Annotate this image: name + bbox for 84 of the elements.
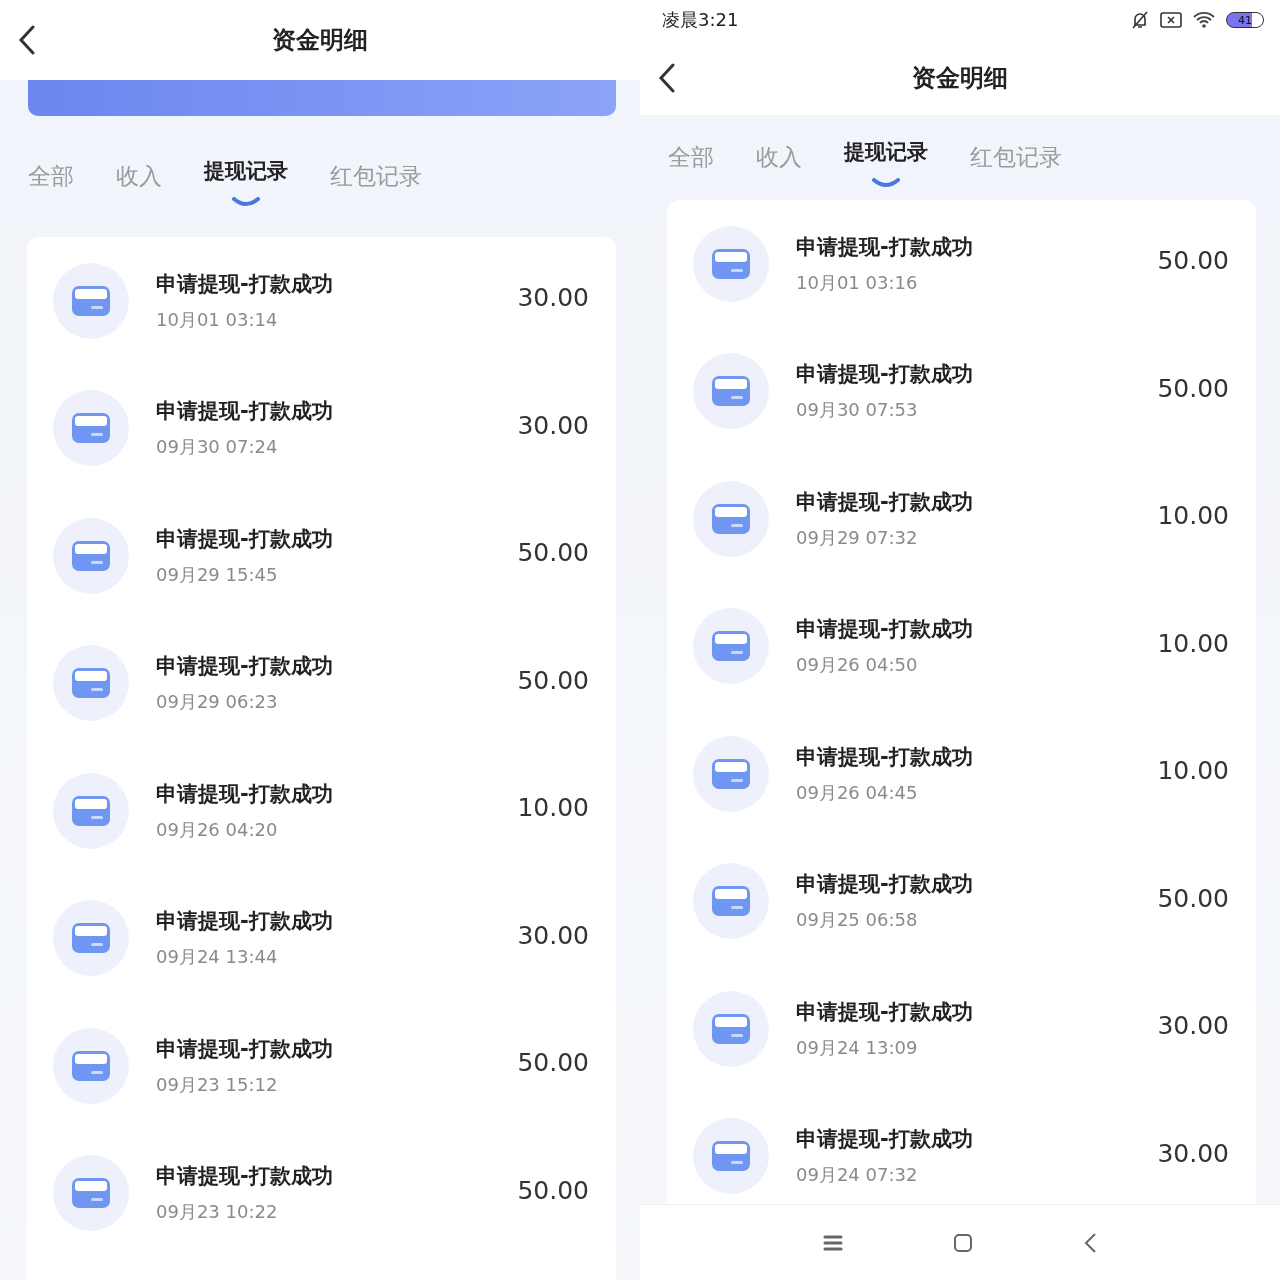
back-icon[interactable] [1083,1231,1097,1254]
record-title: 申请提现-打款成功 [796,871,974,899]
record-time: 10月01 03:14 [156,307,279,332]
record-time: 09月29 06:23 [156,690,279,715]
record-title: 申请提现-打款成功 [796,998,974,1026]
record-time: 09月23 10:22 [156,1200,279,1225]
tab[interactable]: 提现记录 [204,156,288,185]
record-amount: 10.00 [1157,628,1229,658]
record-amount: 30.00 [517,283,589,313]
record-title: 申请提现-打款成功 [796,233,974,261]
card-icon [693,863,769,940]
record-title: 申请提现-打款成功 [156,653,334,681]
record-time: 09月29 15:45 [156,562,279,587]
record-title: 申请提现-打款成功 [796,616,974,644]
tab-indicator [872,177,900,188]
tab[interactable]: 全部 [668,142,714,173]
tab[interactable]: 提现记录 [844,137,928,166]
record-title: 申请提现-打款成功 [796,361,974,389]
record-amount: 50.00 [517,1175,589,1205]
page-title: 资金明细 [912,62,1008,94]
record-amount: 30.00 [1157,1011,1229,1041]
record-amount: 50.00 [1157,373,1229,403]
record-amount: 50.00 [517,1048,589,1078]
status-time: 凌晨3:21 [662,8,739,32]
record-title: 申请提现-打款成功 [156,398,334,426]
tab[interactable]: 收入 [756,142,802,173]
card-icon [693,225,769,302]
record-title: 申请提现-打款成功 [796,743,974,771]
record-amount: 30.00 [517,410,589,440]
record-amount: 10.00 [517,793,589,823]
record-amount: 50.00 [1157,883,1229,913]
record-time: 09月26 04:50 [796,653,919,678]
record-title: 申请提现-打款成功 [156,908,334,936]
record-amount: 50.00 [517,538,589,568]
card-icon [53,390,129,467]
record-title: 申请提现-打款成功 [796,1126,974,1154]
card-icon [693,990,769,1067]
muted-bell-icon [1130,10,1150,30]
record-title: 申请提现-打款成功 [156,525,334,553]
record-time: 09月30 07:24 [156,435,279,460]
record-time: 09月24 13:44 [156,945,279,970]
record-title: 申请提现-打款成功 [156,1035,334,1063]
wifi-icon [1192,11,1216,29]
card-icon [53,645,129,722]
tab[interactable]: 红包记录 [970,142,1062,173]
card-icon [693,735,769,812]
record-amount: 50.00 [1157,246,1229,276]
record-time: 09月26 04:45 [796,780,919,805]
page-title: 资金明细 [272,25,368,56]
card-icon [693,480,769,557]
tab[interactable]: 全部 [28,161,74,192]
menu-icon[interactable] [823,1233,843,1252]
card-icon [693,1118,769,1195]
record-time: 10月01 03:16 [796,270,919,295]
home-icon[interactable] [953,1232,973,1253]
card-icon [53,1027,129,1104]
record-time: 09月23 15:12 [156,1072,279,1097]
record-amount: 10.00 [1157,756,1229,786]
sim-off-icon [1160,12,1182,28]
record-time: 09月30 07:53 [796,398,919,423]
card-icon [693,608,769,685]
tab[interactable]: 红包记录 [330,161,422,192]
record-time: 09月29 07:32 [796,525,919,550]
record-amount: 30.00 [1157,1138,1229,1168]
battery-indicator: 41 [1226,12,1264,28]
card-icon [53,1155,129,1232]
record-title: 申请提现-打款成功 [796,488,974,516]
card-icon [53,900,129,977]
record-title: 申请提现-打款成功 [156,270,334,298]
record-amount: 30.00 [517,920,589,950]
tab[interactable]: 收入 [116,161,162,192]
record-amount: 50.00 [517,665,589,695]
record-time: 09月26 04:20 [156,817,279,842]
record-time: 09月25 06:58 [796,908,919,933]
record-amount: 10.00 [1157,501,1229,531]
record-time: 09月24 07:32 [796,1163,919,1188]
record-time: 09月24 13:09 [796,1035,919,1060]
card-icon [53,517,129,594]
record-title: 申请提现-打款成功 [156,1163,334,1191]
record-title: 申请提现-打款成功 [156,780,334,808]
tab-indicator [232,196,260,207]
card-icon [693,353,769,430]
card-icon [53,772,129,849]
card-icon [53,262,129,339]
